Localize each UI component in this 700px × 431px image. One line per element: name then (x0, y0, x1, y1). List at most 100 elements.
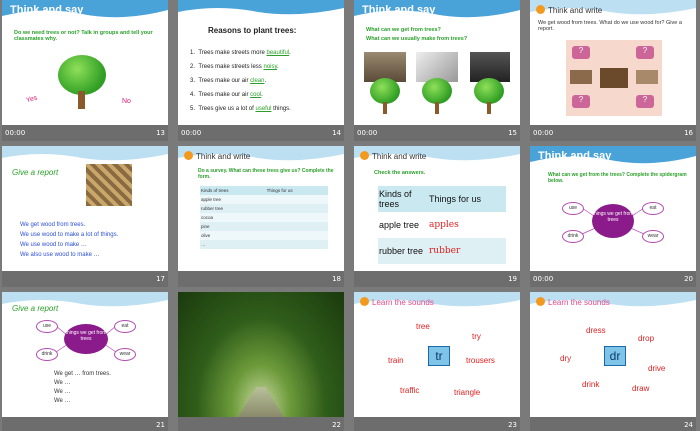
table-cell: apple tree (201, 197, 222, 202)
report-line: We get wood from trees. (20, 222, 86, 228)
report-line: We … (54, 398, 71, 404)
slide-badge: Think and write (536, 5, 602, 15)
question-icon: ? (572, 95, 590, 108)
spider-node: drink (36, 348, 58, 361)
spider-node: use (562, 202, 584, 215)
slide-13-bar: 00:00 13 (2, 125, 168, 141)
spider-center: things we get from trees (64, 324, 108, 354)
spider-node: wear (114, 348, 136, 361)
wood-photo (600, 68, 628, 88)
sound-word: triangle (454, 388, 481, 397)
sound-word: try (472, 332, 481, 341)
no-label: No (122, 98, 131, 105)
table-cell: … (201, 242, 206, 247)
spider-center: things we get from trees (592, 204, 634, 238)
slide-badge: Think and write (360, 151, 426, 161)
sound-word: drink (582, 380, 600, 389)
phonics-key: dr (604, 346, 626, 366)
slide-badge: Learn the sounds (536, 297, 610, 307)
slide-17-bar: 17 (2, 271, 168, 287)
slide-17[interactable]: Give a report We get wood from trees. We… (2, 146, 168, 271)
table-cell: rubber (429, 246, 461, 256)
slide-title: Think and say (10, 4, 84, 16)
yes-label: Yes (25, 94, 39, 105)
spider-node: eat (114, 320, 136, 333)
slide-21[interactable]: Give a report things we get from trees u… (2, 292, 168, 417)
sound-word: draw (632, 384, 650, 393)
slide-13[interactable]: Think and say Do we need trees or not? T… (2, 0, 168, 125)
slide-16-bar: 00:00 16 (530, 125, 696, 141)
slide-16[interactable]: Think and write We get wood from trees. … (530, 0, 696, 125)
prompt: Do we need trees or not? Talk in groups … (14, 30, 153, 42)
slide-20[interactable]: Think and say What can we get from the t… (530, 146, 696, 271)
list-item: 4. Trees make our air cool. (190, 92, 263, 98)
table-cell: rubber tree (379, 246, 424, 256)
report-line: We get … from trees. (54, 371, 111, 377)
report-line: We … (54, 389, 71, 395)
tree-icon (420, 78, 454, 114)
table-cell: pine (201, 224, 210, 229)
table-cell: apple tree (379, 220, 420, 230)
slide-badge: Think and write (184, 151, 250, 161)
furniture-photo (570, 70, 592, 84)
slide-14[interactable]: Reasons to plant trees: 1. Trees make st… (178, 0, 344, 125)
list-item: 2. Trees make streets less noisy. (190, 64, 279, 70)
instruction: Check the answers. (374, 170, 426, 176)
header-wave (178, 0, 344, 15)
slide-title: Give a report (12, 168, 59, 177)
slide-20-bar: 00:00 20 (530, 271, 696, 287)
table-header: Things for us (429, 194, 482, 204)
question-icon: ? (636, 46, 654, 59)
pencils-photo (636, 70, 658, 84)
slide-badge: Learn the sounds (360, 297, 434, 307)
slide-18[interactable]: Think and write Do a survey. What can th… (178, 146, 344, 271)
list-item: 5. Trees give us a lot of useful things. (190, 106, 291, 112)
slide-21-bar: 21 (2, 417, 168, 431)
tree-icon (368, 78, 402, 114)
slide-14-bar: 00:00 14 (178, 125, 344, 141)
slide-15[interactable]: Think and say What can we get from trees… (354, 0, 520, 125)
question-2: What can we usually make from trees? (366, 36, 468, 42)
slide-24[interactable]: Learn the sounds dr dress drop dry drive… (530, 292, 696, 417)
phonics-key: tr (428, 346, 450, 366)
answer-table: Kinds of trees Things for us apple tree ap… (378, 186, 506, 264)
question-icon: ? (636, 95, 654, 108)
wood-photo (86, 164, 132, 206)
instruction: Do a survey. What can these trees give u… (198, 168, 334, 180)
sound-word: trousers (466, 356, 495, 365)
report-line: We also use wood to make … (20, 252, 100, 258)
slide-15-bar: 00:00 15 (354, 125, 520, 141)
sound-word: drive (648, 364, 666, 373)
sound-word: train (388, 356, 404, 365)
slide-22-bar: 22 (178, 417, 344, 431)
survey-table: Kinds of trees Things for us apple tree r… (200, 186, 328, 249)
table-cell: olive (201, 233, 211, 238)
slide-19[interactable]: Think and write Check the answers. Kinds… (354, 146, 520, 271)
table-header: Things for us (266, 188, 293, 193)
reasons-list: 1. Trees make streets more beautiful. 2.… (190, 46, 291, 116)
slide-19-bar: 19 (354, 271, 520, 287)
tree-image (54, 55, 110, 110)
table-cell: apples (429, 220, 459, 230)
mindmap-panel: ? ? ? ? (566, 40, 662, 116)
spider-node: eat (642, 202, 664, 215)
sound-word: dry (560, 354, 572, 363)
list-item: 3. Trees make our air clean. (190, 78, 267, 84)
report-line: We use wood to make … (20, 242, 87, 248)
slide-23[interactable]: Learn the sounds tr tree try train trous… (354, 292, 520, 417)
slide-18-bar: 18 (178, 271, 344, 287)
list-item: 1. Trees make streets more beautiful. (190, 50, 291, 56)
table-cell: rubber tree (201, 206, 224, 211)
report-lines: We get … from trees. We … We … We … (54, 370, 111, 406)
question-1: What can we get from trees? (366, 27, 441, 33)
table-header: Kinds of trees (379, 189, 412, 209)
sound-word: tree (416, 322, 430, 331)
instruction: We get wood from trees. What do we use w… (538, 20, 682, 32)
slide-title: Reasons to plant trees: (208, 26, 297, 35)
slide-title: Think and say (362, 4, 436, 16)
slide-23-bar: 23 (354, 417, 520, 431)
report-line: We … (54, 380, 71, 386)
table-cell: cocoa (201, 215, 214, 220)
slide-22[interactable] (178, 292, 344, 417)
sound-word: drop (638, 334, 655, 343)
